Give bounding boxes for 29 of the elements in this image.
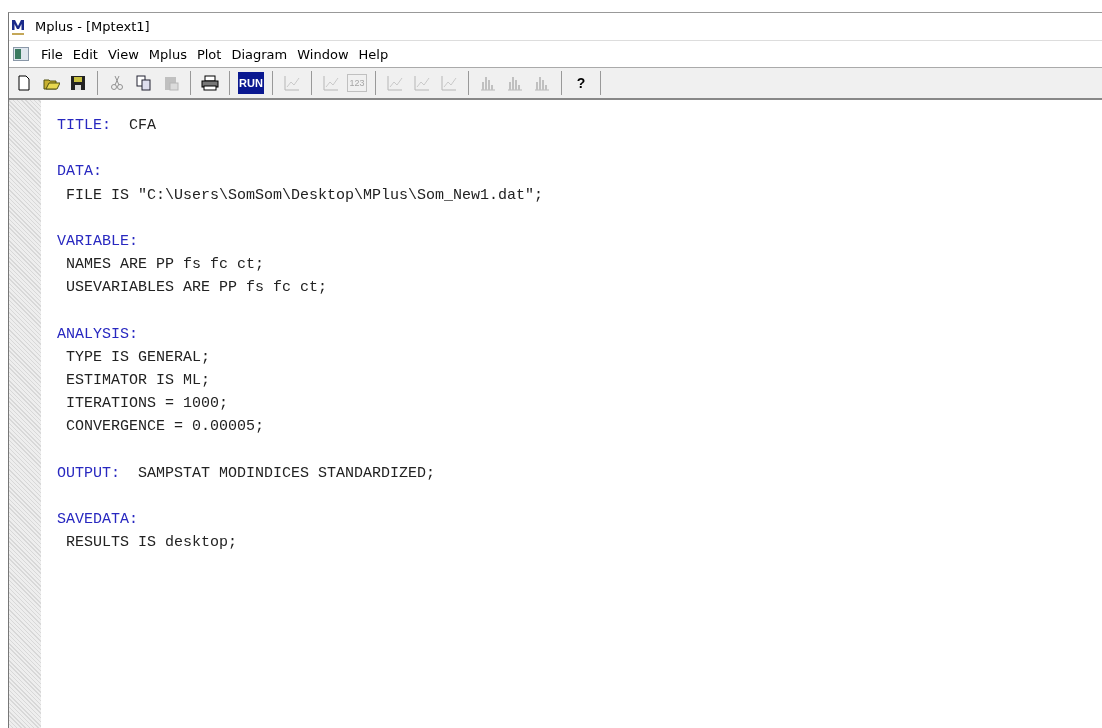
code-line: RESULTS IS desktop; xyxy=(66,534,238,552)
code-text: CFA xyxy=(129,117,157,134)
printer-icon[interactable] xyxy=(199,72,221,94)
code-keyword: OUTPUT: xyxy=(57,464,120,482)
menu-item[interactable]: Plot xyxy=(194,46,230,62)
code-line: CONVERGENCE = 0.00005; xyxy=(66,418,265,436)
code-keyword: SAVEDATA: xyxy=(57,511,138,529)
code-keyword: ANALYSIS: xyxy=(57,325,138,343)
menu-item[interactable]: Window xyxy=(295,46,357,62)
window-title: Mplus - [Mptext1] xyxy=(35,19,150,34)
code-line: FILE IS "C:\Users\SomSom\Desktop\MPlus\Som_New1.dat"; xyxy=(66,186,544,204)
code-line: USEVARIABLES ARE PP fs fc ct; xyxy=(66,279,328,297)
menu-item[interactable]: Diagram xyxy=(229,46,296,62)
code-line: ESTIMATOR IS ML; xyxy=(66,372,211,390)
code-line: TYPE IS GENERAL; xyxy=(66,348,211,366)
menu-item[interactable]: Edit xyxy=(70,46,106,62)
code-keyword: DATA: xyxy=(57,163,102,181)
help-button[interactable]: ? xyxy=(570,72,592,94)
menu-item[interactable]: File xyxy=(39,46,71,62)
code-line: ITERATIONS = 1000; xyxy=(66,395,229,413)
code-line: NAMES ARE PP fs fc ct; xyxy=(66,256,265,274)
menu-item[interactable]: Help xyxy=(356,46,397,62)
code-keyword: VARIABLE: xyxy=(57,232,138,250)
code-text: SAMPSTAT MODINDICES STANDARDIZED; xyxy=(138,464,436,482)
menu-item[interactable]: Mplus xyxy=(146,46,195,62)
document-icon[interactable] xyxy=(13,47,29,61)
run-button[interactable]: RUN xyxy=(238,72,264,94)
code-keyword: TITLE: xyxy=(57,117,111,134)
menu-item[interactable]: View xyxy=(105,46,147,62)
